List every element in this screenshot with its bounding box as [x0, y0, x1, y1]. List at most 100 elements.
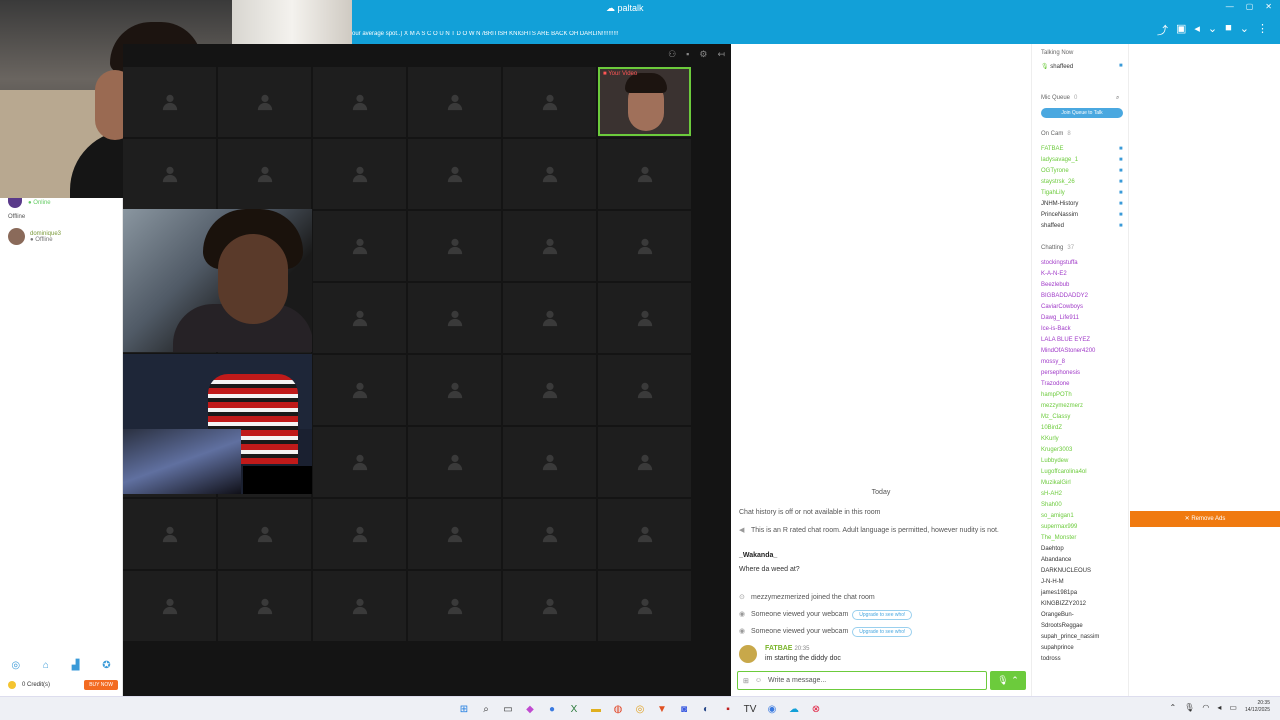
user-list-item[interactable]: james1981pa — [1041, 590, 1077, 596]
clock[interactable]: 20:35 14/12/2025 — [1245, 700, 1270, 714]
gift-icon[interactable]: ▣ — [1176, 22, 1186, 38]
camera-icon[interactable]: ■ — [1225, 22, 1232, 38]
talking-user[interactable]: 🎙 shaffeed ■ — [1041, 63, 1123, 70]
camera-icon[interactable]: ■ — [1119, 63, 1123, 69]
maximize-icon[interactable]: ▢ — [1246, 2, 1254, 11]
user-list-item[interactable]: staystrsk_26 ■ — [1041, 179, 1123, 185]
user-list-item[interactable]: JNHM-History ■ — [1041, 201, 1123, 207]
user-list-item[interactable]: LALA BLUE EYEZ — [1041, 337, 1090, 343]
user-list-item[interactable]: KKurly — [1041, 436, 1059, 442]
search-icon[interactable]: ⌕ — [1116, 95, 1119, 102]
user-list-item[interactable]: BIGBADDADDY2 — [1041, 293, 1088, 299]
upgrade-button[interactable]: Upgrade to see who! — [852, 610, 913, 620]
user-list-item[interactable]: Dawg_Life911 — [1041, 315, 1079, 321]
brave-icon[interactable]: ▼ — [654, 701, 670, 717]
excel-icon[interactable]: X — [566, 701, 582, 717]
user-list-item[interactable]: Daehtop — [1041, 546, 1064, 552]
app-icon[interactable]: ● — [544, 701, 560, 717]
microphone-icon[interactable]: 🎙 — [1184, 703, 1194, 712]
camera-icon[interactable]: ■ — [1119, 146, 1123, 152]
remove-ads-button[interactable]: ✕ Remove Ads — [1130, 511, 1280, 527]
user-list-item[interactable]: Beezlebub — [1041, 282, 1069, 288]
camera-icon[interactable]: ■ — [1119, 190, 1123, 196]
user-list-item[interactable]: Shah00 — [1041, 502, 1062, 508]
discord-icon[interactable]: ◙ — [676, 701, 692, 717]
copilot-icon[interactable]: ◆ — [522, 701, 538, 717]
contact-item[interactable]: dominique3 ● Offline — [8, 228, 61, 245]
chrome-icon[interactable]: ◉ — [764, 701, 780, 717]
user-list-item[interactable]: KINGBIZZY2012 — [1041, 601, 1086, 607]
user-list-item[interactable]: sH-AH2 — [1041, 491, 1062, 497]
video-tile-active[interactable] — [123, 209, 312, 352]
video-camera-icon[interactable]: ▪ — [686, 49, 689, 59]
user-list-item[interactable]: MuzikalGirl — [1041, 480, 1071, 486]
avatar[interactable] — [739, 645, 757, 663]
user-list-item[interactable]: MindOfAStoner4200 — [1041, 348, 1095, 354]
wifi-icon[interactable]: ◠ — [1202, 703, 1209, 712]
user-list-item[interactable]: SdrootsReggae — [1041, 623, 1083, 629]
message-input[interactable]: ⊞ ☺ Write a message... — [737, 671, 987, 690]
user-list-item[interactable]: hampPOTh — [1041, 392, 1072, 398]
user-list-item[interactable]: Mz_Classy — [1041, 414, 1070, 420]
camera-icon[interactable]: ■ — [1119, 201, 1123, 207]
chevron-down-icon[interactable]: ⌄ — [1240, 22, 1249, 38]
speaker-icon[interactable]: ◂ — [1194, 22, 1200, 38]
user-list-item[interactable]: Trazodone — [1041, 381, 1069, 387]
user-list-item[interactable]: Kruger3003 — [1041, 447, 1072, 453]
user-list-item[interactable]: Abandance — [1041, 557, 1071, 563]
leaderboard-icon[interactable]: ▟ — [72, 660, 80, 671]
user-list-item[interactable]: TigahLily ■ — [1041, 190, 1123, 196]
user-list-item[interactable]: supahprince — [1041, 645, 1074, 651]
task-view-icon[interactable]: ▭ — [500, 701, 516, 717]
user-list-item[interactable]: The_Monster — [1041, 535, 1076, 541]
share-icon[interactable]: ⤴ — [1157, 22, 1168, 38]
home-icon[interactable]: ⌂ — [43, 660, 49, 671]
user-list-item[interactable]: supah_prince_nassim — [1041, 634, 1099, 640]
user-list-item[interactable]: stockingstuffa — [1041, 260, 1078, 266]
chrome-icon[interactable]: ◎ — [632, 701, 648, 717]
self-video-tile[interactable]: ■ Your Video — [598, 67, 691, 136]
buy-now-button[interactable]: BUY NOW — [84, 680, 118, 690]
emoji-icon[interactable]: ☺ — [755, 677, 762, 684]
minimize-icon[interactable]: — — [1226, 2, 1234, 11]
camera-icon[interactable]: ■ — [1119, 179, 1123, 185]
app-icon[interactable]: ◍ — [610, 701, 626, 717]
user-avatar[interactable] — [8, 198, 22, 208]
user-list-item[interactable]: Lugoffcarolina4ol — [1041, 469, 1087, 475]
user-list-item[interactable]: supermax999 — [1041, 524, 1077, 530]
camera-icon[interactable]: ■ — [1119, 223, 1123, 229]
app-icon[interactable]: ▪ — [720, 701, 736, 717]
user-list-item[interactable]: CaviarCowboys — [1041, 304, 1083, 310]
gift-icon[interactable]: ⊞ — [743, 677, 749, 685]
user-list-item[interactable]: DARKNUCLEOUS — [1041, 568, 1091, 574]
user-list-item[interactable]: persephonesis — [1041, 370, 1080, 376]
compass-icon[interactable]: ◎ — [11, 660, 20, 671]
badge-icon[interactable]: ✪ — [102, 660, 110, 671]
tradingview-icon[interactable]: TV — [742, 701, 758, 717]
app-icon[interactable]: ⊗ — [808, 701, 824, 717]
upgrade-button[interactable]: Upgrade to see who! — [852, 627, 913, 637]
battery-icon[interactable]: ▭ — [1229, 703, 1237, 712]
user-list-item[interactable]: PrinceNassim ■ — [1041, 212, 1123, 218]
user-list-item[interactable]: Lubbydew — [1041, 458, 1068, 464]
chevron-down-icon[interactable]: ⌄ — [1208, 22, 1217, 38]
video-tile-active[interactable] — [123, 354, 312, 494]
user-list-item[interactable]: FATBAE ■ — [1041, 146, 1123, 152]
user-list-item[interactable]: shaffeed ■ — [1041, 223, 1123, 229]
user-list-item[interactable]: OGTyrone ■ — [1041, 168, 1123, 174]
chat-username[interactable]: FATBAE 20:35 — [765, 645, 841, 652]
collapse-icon[interactable]: ↤ — [717, 49, 725, 60]
file-explorer-icon[interactable]: ▬ — [588, 701, 604, 717]
user-list-item[interactable]: 10BirdZ — [1041, 425, 1062, 431]
user-list-item[interactable]: mezzymezmerz — [1041, 403, 1083, 409]
user-list-item[interactable]: K-A-N-E2 — [1041, 271, 1067, 277]
user-list-item[interactable]: Ice-is-Back — [1041, 326, 1071, 332]
join-queue-button[interactable]: Join Queue to Talk — [1041, 108, 1123, 118]
user-list-item[interactable]: ladysavage_1 ■ — [1041, 157, 1123, 163]
more-options-icon[interactable]: ⋮ — [1257, 22, 1268, 38]
steam-icon[interactable]: ◐ — [698, 701, 714, 717]
camera-icon[interactable]: ■ — [1119, 212, 1123, 218]
user-list-item[interactable]: todross — [1041, 656, 1061, 662]
user-list-item[interactable]: J-N-H-M — [1041, 579, 1064, 585]
voice-button[interactable]: 🎙 ⌃ — [990, 671, 1026, 690]
